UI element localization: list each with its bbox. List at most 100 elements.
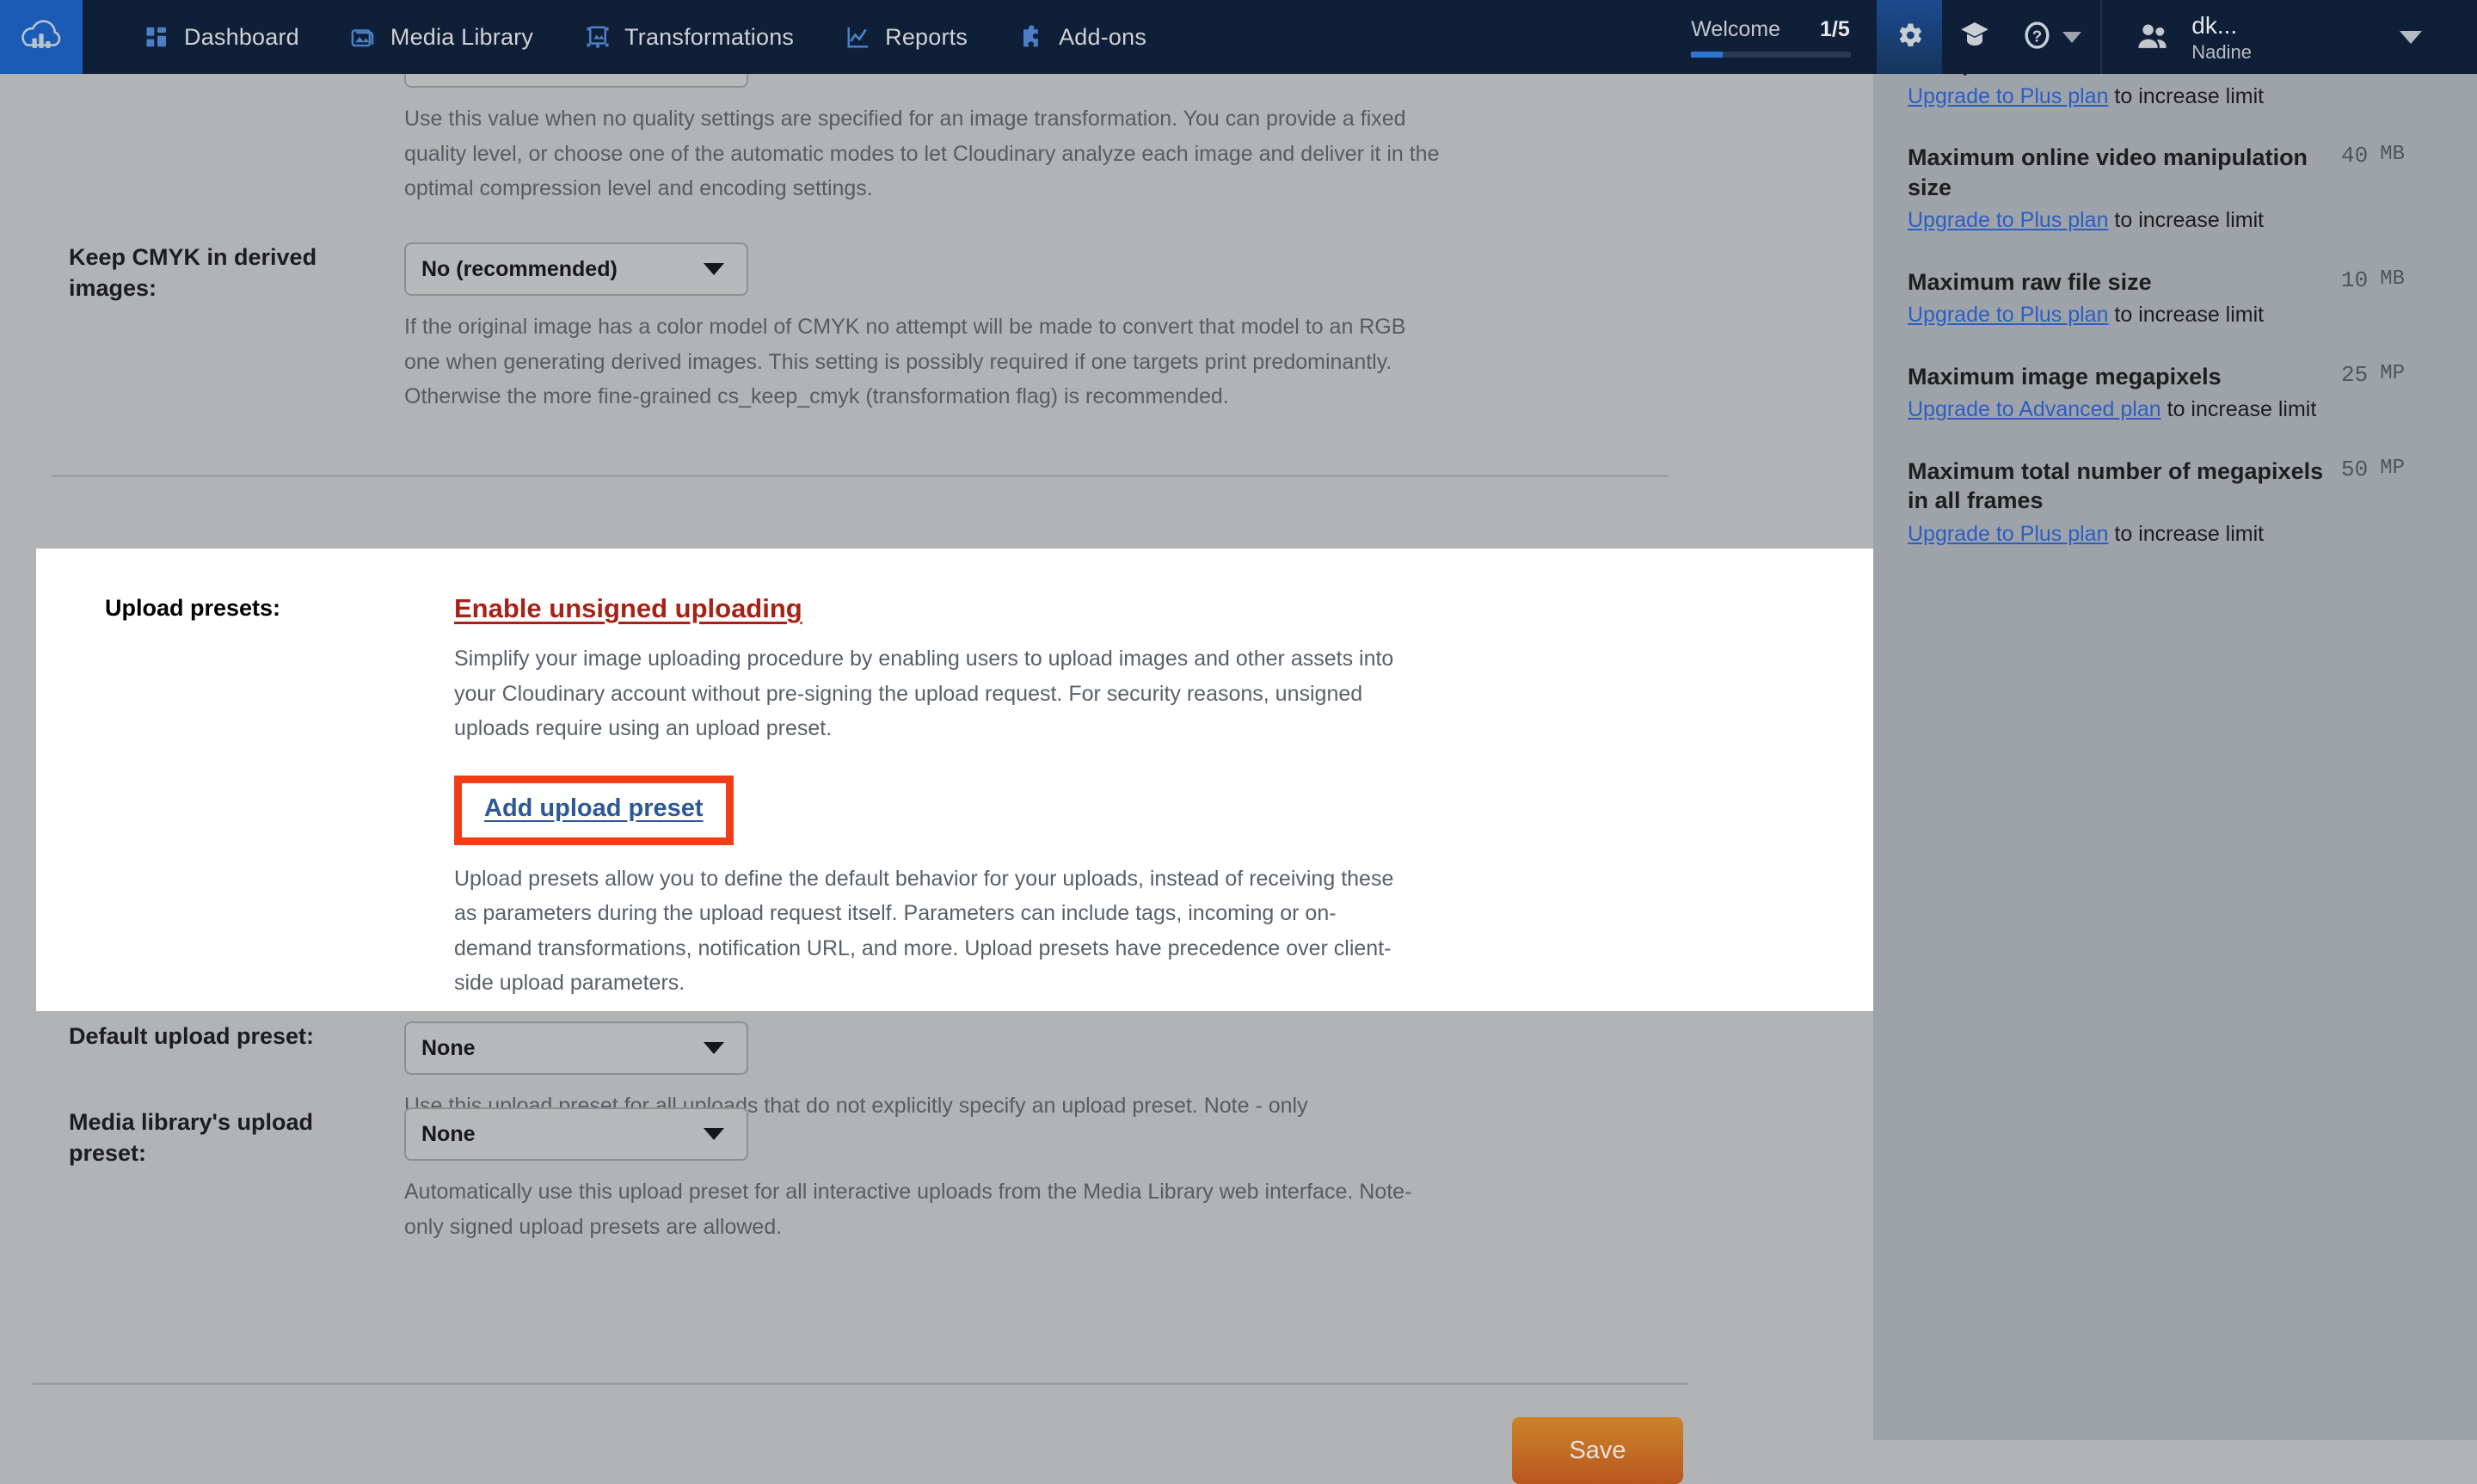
keep-cmyk-row: Keep CMYK in derived images: No (recomme… bbox=[0, 242, 1471, 414]
quota-item: Maximum image megapixels 25 MP Upgrade t… bbox=[1908, 362, 2405, 426]
quota-unit: MP bbox=[2380, 361, 2405, 385]
add-upload-preset-link[interactable]: Add upload preset bbox=[484, 794, 704, 823]
upgrade-link[interactable]: Upgrade to Plus plan bbox=[1908, 208, 2108, 232]
quota-value: 40 bbox=[2340, 143, 2369, 169]
quota-item: manipulation size Upgrade to Plus plan t… bbox=[1908, 74, 2405, 112]
add-upload-preset-help: Upload presets allow you to define the d… bbox=[454, 866, 1394, 996]
nav-label-add-ons: Add-ons bbox=[1059, 23, 1147, 50]
quota-upgrade-text: Upgrade to Plus plan to increase limit bbox=[1908, 82, 2405, 113]
quota-item: Maximum online video manipulation size 4… bbox=[1908, 143, 2405, 236]
settings-button[interactable] bbox=[1877, 0, 1943, 74]
quota-title: manipulation size bbox=[1908, 74, 2381, 78]
cloudinary-cloud-logo-icon bbox=[17, 11, 65, 64]
media-library-upload-preset-help: Automatically use this upload preset for… bbox=[404, 1180, 1412, 1239]
welcome-label: Welcome bbox=[1691, 16, 1781, 41]
nav-label-media-library: Media Library bbox=[390, 23, 534, 50]
quota-upgrade-text: Upgrade to Plus plan to increase limit bbox=[1908, 519, 2405, 550]
save-button[interactable]: Save bbox=[1512, 1417, 1683, 1484]
upgrade-suffix: to increase limit bbox=[2108, 303, 2265, 328]
nav-label-reports: Reports bbox=[885, 23, 968, 50]
quota-value: 50 bbox=[2340, 456, 2369, 482]
nav-right-cluster: Welcome 1/5 ? dk... Nadine bbox=[1674, 0, 2477, 74]
nav-divider bbox=[2100, 0, 2103, 74]
page-body: Chroma subsampling Use this value when n… bbox=[0, 34, 2477, 1484]
quota-unit: MB bbox=[2380, 143, 2405, 167]
academy-button[interactable] bbox=[1942, 0, 2007, 74]
welcome-progress-bar bbox=[1691, 51, 1852, 58]
nav-item-transformations[interactable]: Transformations bbox=[559, 0, 820, 74]
upgrade-link[interactable]: Upgrade to Plus plan bbox=[1908, 522, 2108, 546]
nav-item-add-ons[interactable]: Add-ons bbox=[993, 0, 1172, 74]
chevron-down-icon bbox=[704, 1128, 724, 1140]
account-menu[interactable]: dk... Nadine bbox=[2105, 0, 2477, 74]
dashboard-grid-icon bbox=[144, 24, 170, 50]
top-navigation-bar: Dashboard Media Library Transformations … bbox=[0, 0, 2477, 74]
upload-presets-card: Upload presets: Enable unsigned uploadin… bbox=[36, 549, 1873, 1011]
quota-value: 25 bbox=[2340, 361, 2369, 388]
keep-cmyk-select[interactable]: No (recommended) bbox=[404, 242, 748, 296]
main-nav-items: Dashboard Media Library Transformations … bbox=[119, 0, 1172, 74]
nav-label-transformations: Transformations bbox=[624, 23, 795, 50]
section-divider-top bbox=[52, 475, 1669, 477]
upgrade-suffix: to increase limit bbox=[2108, 208, 2265, 233]
welcome-count: 1/5 bbox=[1820, 16, 1850, 41]
quota-upgrade-text: Upgrade to Advanced plan to increase lim… bbox=[1908, 395, 2405, 426]
enable-unsigned-uploading-help: Simplify your image uploading procedure … bbox=[454, 647, 1394, 740]
media-library-upload-preset-select[interactable]: None bbox=[404, 1107, 748, 1161]
account-name: dk... bbox=[2191, 11, 2238, 39]
add-upload-preset-highlight: Add upload preset bbox=[454, 775, 734, 845]
media-library-upload-preset-label: Media library's upload preset: bbox=[69, 1109, 313, 1166]
media-library-upload-preset-value: None bbox=[421, 1121, 476, 1146]
help-button[interactable]: ? bbox=[2007, 0, 2097, 74]
media-library-upload-preset-row: Media library's upload preset: None Auto… bbox=[0, 1107, 1471, 1244]
gear-icon bbox=[1894, 20, 1925, 55]
user-name: Nadine bbox=[2191, 40, 2252, 63]
quota-title: Maximum total number of megapixels in al… bbox=[1908, 457, 2324, 514]
graduation-cap-icon bbox=[1959, 20, 1990, 55]
media-library-icon bbox=[351, 24, 377, 50]
default-upload-preset-value: None bbox=[421, 1035, 476, 1060]
quota-value: 10 bbox=[2340, 267, 2369, 293]
chroma-subsampling-help: Use this value when no quality settings … bbox=[404, 107, 1440, 200]
nav-item-reports[interactable]: Reports bbox=[820, 0, 993, 74]
quota-title: Maximum raw file size bbox=[1908, 268, 2152, 295]
keep-cmyk-help: If the original image has a color model … bbox=[404, 315, 1406, 408]
reports-chart-icon bbox=[845, 24, 871, 50]
save-section-divider bbox=[33, 1383, 1688, 1385]
question-mark-icon: ? bbox=[2023, 20, 2054, 55]
upgrade-suffix: to increase limit bbox=[2108, 521, 2265, 546]
chevron-down-icon bbox=[704, 263, 724, 275]
quota-unit: MP bbox=[2380, 456, 2405, 480]
users-icon bbox=[2135, 18, 2173, 56]
upgrade-link[interactable]: Upgrade to Plus plan bbox=[1908, 84, 2108, 108]
nav-item-media-library[interactable]: Media Library bbox=[325, 0, 559, 74]
chevron-down-icon bbox=[704, 1042, 724, 1054]
upgrade-link[interactable]: Upgrade to Advanced plan bbox=[1908, 397, 2161, 421]
nav-label-dashboard: Dashboard bbox=[184, 23, 299, 50]
upgrade-link[interactable]: Upgrade to Plus plan bbox=[1908, 303, 2108, 327]
enable-unsigned-uploading-link[interactable]: Enable unsigned uploading bbox=[454, 593, 802, 624]
account-limits-sidebar: manipulation size Upgrade to Plus plan t… bbox=[1873, 74, 2477, 1440]
quota-title: Maximum online video manipulation size bbox=[1908, 144, 2308, 200]
upload-presets-row: Upload presets: Enable unsigned uploadin… bbox=[36, 593, 1507, 1001]
quota-item: Maximum raw file size 10 MB Upgrade to P… bbox=[1908, 267, 2405, 331]
upgrade-suffix: to increase limit bbox=[2160, 397, 2317, 422]
upload-presets-label: Upload presets: bbox=[105, 595, 281, 621]
quota-title: Maximum image megapixels bbox=[1908, 363, 2222, 389]
settings-main-column: Chroma subsampling Use this value when n… bbox=[0, 34, 1873, 1484]
transformations-icon bbox=[585, 24, 611, 50]
default-upload-preset-select[interactable]: None bbox=[404, 1021, 748, 1075]
quota-item: Maximum total number of megapixels in al… bbox=[1908, 457, 2405, 550]
cloudinary-logo[interactable] bbox=[0, 0, 83, 74]
quota-upgrade-text: Upgrade to Plus plan to increase limit bbox=[1908, 205, 2405, 236]
welcome-progress[interactable]: Welcome 1/5 bbox=[1674, 0, 1877, 74]
welcome-progress-fill bbox=[1691, 51, 1724, 58]
svg-text:?: ? bbox=[2032, 27, 2042, 45]
quota-upgrade-text: Upgrade to Plus plan to increase limit bbox=[1908, 300, 2405, 331]
keep-cmyk-label: Keep CMYK in derived images: bbox=[69, 244, 317, 301]
quota-unit: MB bbox=[2380, 267, 2405, 291]
chevron-down-icon bbox=[2062, 31, 2082, 43]
chevron-down-icon bbox=[2400, 30, 2422, 44]
addons-puzzle-icon bbox=[1019, 24, 1045, 50]
nav-item-dashboard[interactable]: Dashboard bbox=[119, 0, 325, 74]
